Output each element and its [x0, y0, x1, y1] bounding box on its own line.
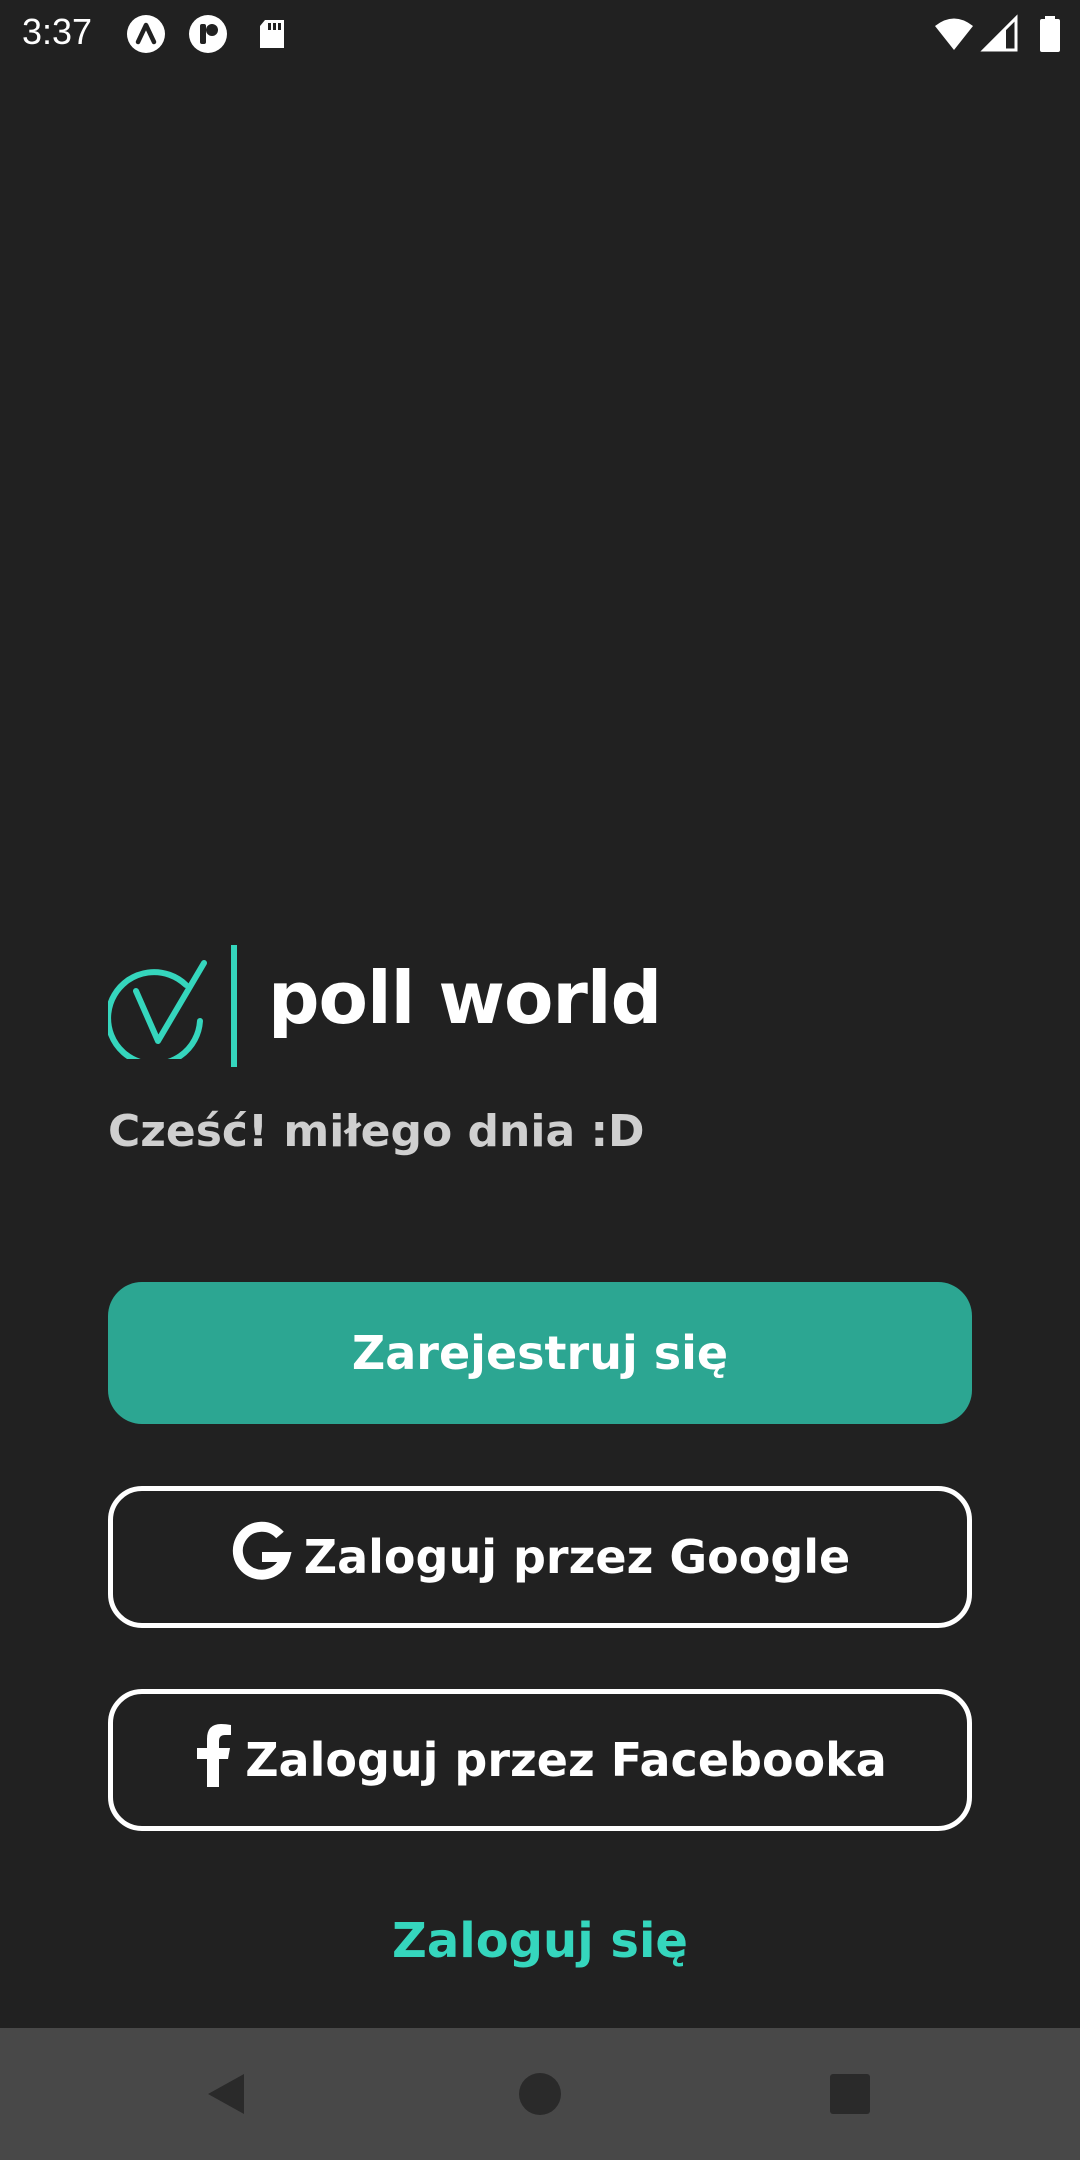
home-icon[interactable]: [460, 2028, 620, 2160]
sd-card-icon: [252, 14, 292, 54]
facebook-icon: [193, 1723, 233, 1798]
signal-icon: [980, 14, 1020, 54]
wifi-icon: [934, 14, 974, 54]
navigation-bar: [0, 2028, 1080, 2160]
facebook-login-button[interactable]: Zaloguj przez Facebooka: [108, 1689, 972, 1831]
login-link[interactable]: Zaloguj się: [0, 1906, 1080, 1976]
app-a-icon: [126, 14, 166, 54]
logo-divider: [231, 945, 237, 1067]
checkmark-logo-icon: [105, 955, 208, 1068]
google-login-button[interactable]: Zaloguj przez Google: [108, 1486, 972, 1628]
register-button[interactable]: Zarejestruj się: [108, 1282, 972, 1424]
brand-name: poll world: [268, 956, 662, 1040]
facebook-login-label: Zaloguj przez Facebooka: [245, 1733, 887, 1787]
google-login-label: Zaloguj przez Google: [303, 1530, 851, 1584]
google-icon: [230, 1521, 292, 1594]
status-time: 3:37: [22, 11, 93, 52]
status-bar: 3:37: [0, 0, 1080, 66]
app-logo: poll world: [105, 945, 708, 1068]
battery-icon: [1030, 14, 1070, 54]
recents-icon[interactable]: [770, 2028, 930, 2160]
app-p-icon: [188, 14, 228, 54]
back-icon[interactable]: [146, 2028, 306, 2160]
greeting-text: Cześć! miłego dnia :D: [108, 1106, 645, 1157]
register-button-label: Zarejestruj się: [351, 1326, 729, 1380]
